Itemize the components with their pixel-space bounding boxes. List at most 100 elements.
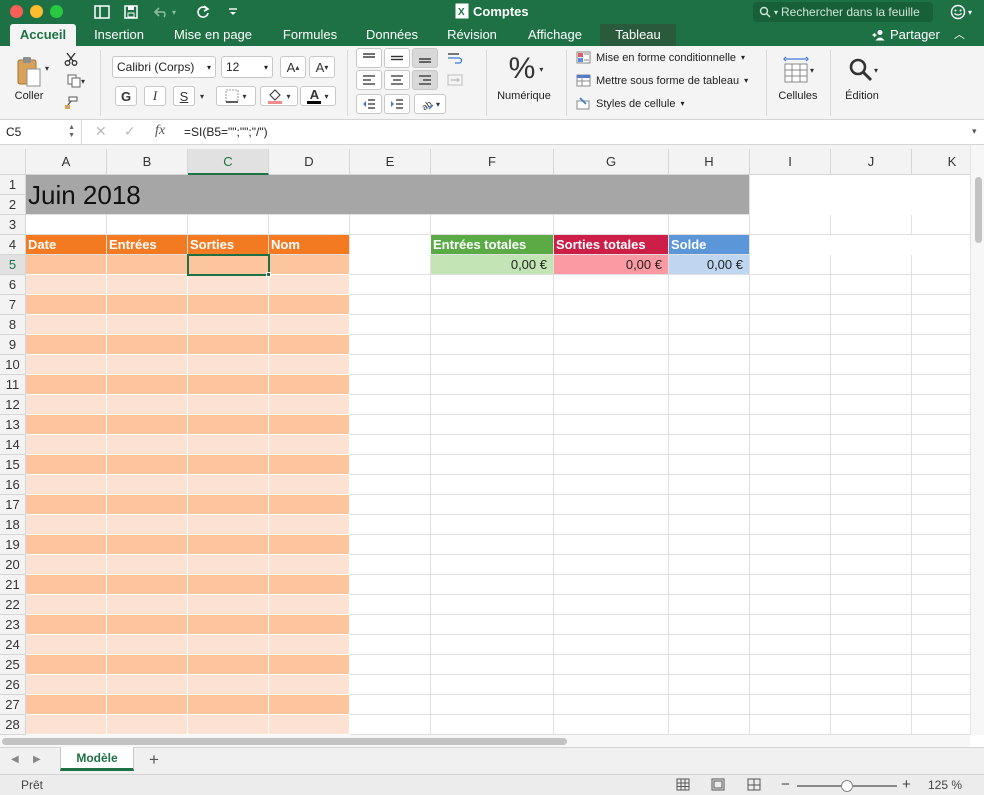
cell[interactable] (269, 275, 350, 295)
row-header-23[interactable]: 23 (0, 615, 26, 635)
cell[interactable] (26, 395, 107, 415)
cell[interactable] (107, 295, 188, 315)
cell[interactable] (431, 355, 554, 375)
cell[interactable] (750, 595, 831, 615)
cell[interactable] (107, 575, 188, 595)
insert-function-button[interactable]: fx (155, 123, 165, 139)
zoom-window-button[interactable] (50, 5, 63, 18)
cell[interactable] (554, 635, 669, 655)
cell[interactable] (554, 215, 669, 235)
cell[interactable] (831, 595, 912, 615)
cell[interactable] (26, 615, 107, 635)
cell[interactable] (431, 535, 554, 555)
cell[interactable] (269, 335, 350, 355)
cell[interactable] (188, 615, 269, 635)
cell[interactable] (188, 535, 269, 555)
cell[interactable] (350, 695, 431, 715)
cell[interactable] (26, 595, 107, 615)
value-entrees-totales[interactable]: 0,00 € (431, 255, 554, 275)
cell[interactable] (831, 635, 912, 655)
name-box-stepper-icon[interactable]: ▲ ▼ (68, 124, 75, 140)
cell[interactable] (831, 655, 912, 675)
cell[interactable] (269, 315, 350, 335)
cell[interactable] (554, 435, 669, 455)
cell[interactable] (350, 715, 431, 735)
decrease-indent-button[interactable] (356, 94, 382, 114)
cell[interactable] (912, 335, 970, 355)
cut-icon[interactable] (62, 50, 80, 68)
cell[interactable] (269, 615, 350, 635)
sidebar-toggle-icon[interactable] (92, 2, 112, 22)
cell[interactable] (912, 695, 970, 715)
row-header-2[interactable]: 2 (0, 195, 26, 215)
search-dropdown-icon[interactable]: ▾ (774, 8, 778, 17)
cell[interactable] (831, 435, 912, 455)
page-layout-view-icon[interactable] (711, 778, 725, 794)
cell[interactable] (350, 395, 431, 415)
borders-button[interactable]: ▾ (216, 86, 256, 106)
tab-mise-en-page[interactable]: Mise en page (164, 24, 262, 46)
cell[interactable] (188, 455, 269, 475)
cell[interactable] (912, 655, 970, 675)
cell[interactable] (269, 415, 350, 435)
normal-view-icon[interactable] (676, 778, 690, 794)
cell[interactable] (669, 355, 750, 375)
cell[interactable] (912, 495, 970, 515)
cell[interactable] (669, 415, 750, 435)
cell[interactable] (912, 675, 970, 695)
cell[interactable] (431, 555, 554, 575)
cell[interactable] (669, 695, 750, 715)
formula-input[interactable]: =SI(B5="";"";"/") (184, 120, 268, 144)
conditional-format-button[interactable]: Mise en forme conditionnelle ▾ (576, 51, 745, 64)
expand-formula-bar-icon[interactable]: ▾ (972, 126, 977, 137)
cell[interactable] (269, 255, 350, 275)
cell[interactable] (269, 475, 350, 495)
cell[interactable] (554, 575, 669, 595)
cell[interactable] (669, 635, 750, 655)
cell[interactable] (269, 295, 350, 315)
cell[interactable] (554, 395, 669, 415)
cell[interactable] (269, 635, 350, 655)
cell[interactable] (350, 595, 431, 615)
cell[interactable] (831, 335, 912, 355)
cell[interactable] (26, 375, 107, 395)
row-header-21[interactable]: 21 (0, 575, 26, 595)
row-header-8[interactable]: 8 (0, 315, 26, 335)
cell[interactable] (669, 375, 750, 395)
cell[interactable] (26, 415, 107, 435)
active-cell-selection[interactable] (187, 254, 270, 276)
cell[interactable] (188, 475, 269, 495)
column-header-d[interactable]: D (269, 149, 350, 175)
cell[interactable] (669, 615, 750, 635)
cell[interactable] (831, 375, 912, 395)
spreadsheet-grid[interactable]: A B C D E F G H I J K 1 2 3 4 5 6 7 8 9 10 11 12 13 1… (0, 145, 970, 735)
cell[interactable] (750, 675, 831, 695)
cell[interactable] (350, 535, 431, 555)
cell[interactable] (750, 695, 831, 715)
cell[interactable] (831, 455, 912, 475)
row-header-4[interactable]: 4 (0, 235, 26, 255)
cell[interactable] (831, 355, 912, 375)
column-header-c[interactable]: C (188, 149, 269, 175)
cell[interactable] (831, 535, 912, 555)
cell[interactable] (750, 275, 831, 295)
cell[interactable] (188, 375, 269, 395)
cell[interactable] (831, 295, 912, 315)
cell[interactable] (554, 335, 669, 355)
cell[interactable] (750, 375, 831, 395)
zoom-out-button[interactable]: − (781, 776, 790, 793)
cell[interactable] (107, 455, 188, 475)
italic-button[interactable]: I (144, 86, 166, 106)
cell[interactable] (107, 475, 188, 495)
cell[interactable] (431, 215, 554, 235)
cell[interactable] (750, 475, 831, 495)
column-header-k[interactable]: K (912, 149, 970, 175)
cell[interactable] (750, 355, 831, 375)
search-input[interactable] (781, 5, 932, 19)
row-header-16[interactable]: 16 (0, 475, 26, 495)
zoom-level[interactable]: 125 % (928, 778, 962, 792)
cell[interactable] (912, 415, 970, 435)
cell[interactable] (554, 715, 669, 735)
cell[interactable] (107, 435, 188, 455)
cell[interactable] (750, 615, 831, 635)
